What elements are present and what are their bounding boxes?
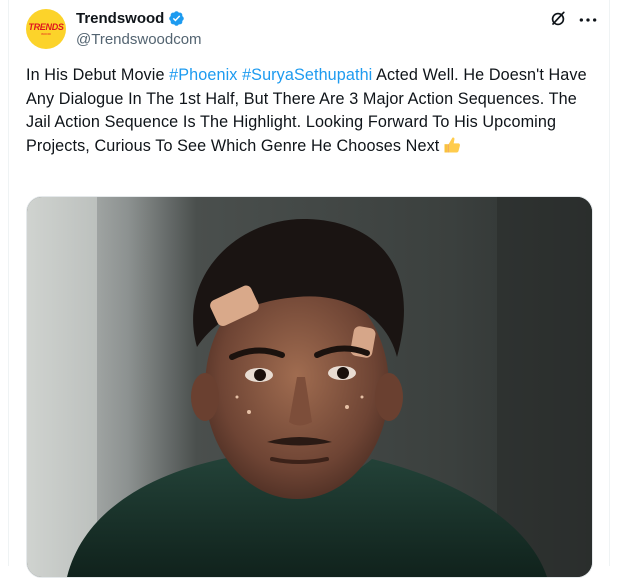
- right-border: [609, 0, 610, 566]
- media-image[interactable]: [26, 196, 593, 578]
- avatar-logo: TRENDS WOOD: [28, 21, 64, 36]
- avatar[interactable]: TRENDS WOOD: [26, 9, 66, 49]
- verified-badge-icon[interactable]: [168, 10, 185, 27]
- avatar-logo-text: TRENDS: [28, 21, 64, 32]
- tweet-card[interactable]: TRENDS WOOD Trendswood @Trendswoodcom In…: [0, 0, 619, 578]
- tweet-text: In His Debut Movie #Phoenix #SuryaSethup…: [26, 64, 596, 158]
- author-handle[interactable]: @Trendswoodcom: [76, 31, 202, 48]
- tweet-text-part: In His Debut Movie: [26, 66, 170, 84]
- author-display-name[interactable]: Trendswood: [76, 10, 164, 27]
- hashtag-link-suryasethupathi[interactable]: #SuryaSethupathi: [242, 66, 372, 84]
- avatar-logo-subtext: WOOD: [41, 31, 51, 36]
- thumbs-up-icon: [442, 135, 462, 155]
- hashtag-link-phoenix[interactable]: #Phoenix: [169, 66, 237, 84]
- left-border: [8, 0, 9, 566]
- photo-illustration: [27, 197, 592, 577]
- grok-icon[interactable]: [548, 9, 568, 29]
- more-icon[interactable]: [578, 10, 598, 30]
- author-name-row: Trendswood: [76, 10, 185, 27]
